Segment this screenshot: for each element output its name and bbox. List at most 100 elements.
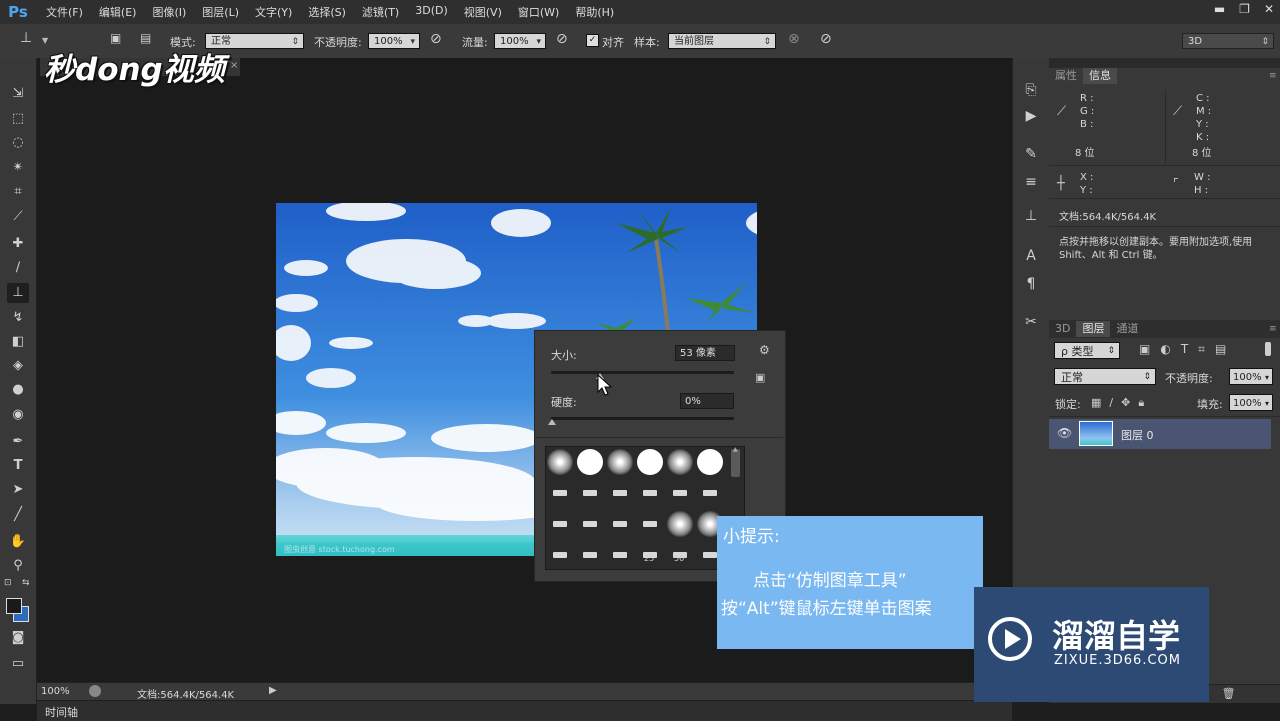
brush-preset-soft[interactable] (547, 449, 573, 475)
tab-properties[interactable]: 属性 (1049, 68, 1083, 84)
filter-pixel-icon[interactable]: ▣ (1139, 342, 1150, 357)
filter-type-icon[interactable]: T (1181, 342, 1188, 357)
brush-preset-hard[interactable] (577, 449, 603, 475)
brush-preset-tip[interactable] (553, 490, 567, 496)
brush-preset-tip[interactable] (703, 552, 717, 558)
layer-row[interactable]: 👁︎ 图层 0 (1049, 419, 1271, 449)
brush-preset-tip[interactable] (583, 552, 597, 558)
line-tool-icon[interactable]: ╱ (7, 505, 29, 525)
path-selection-tool-icon[interactable]: ➤ (7, 480, 29, 500)
eyedropper-tool-icon[interactable]: ⟋ (7, 207, 29, 227)
fill-field[interactable]: 100% ▾ (1229, 394, 1273, 411)
brush-preset-tip[interactable] (673, 490, 687, 496)
workspace-select[interactable]: 3D ⇕ (1182, 33, 1274, 49)
hardness-slider-thumb[interactable] (548, 419, 556, 425)
tab-layers[interactable]: 图层 (1076, 321, 1111, 337)
brush-preset-tip[interactable] (553, 521, 567, 527)
menu-item-3[interactable]: 图层(L) (194, 4, 247, 20)
pressure-size-icon[interactable]: ⊘ (820, 31, 832, 47)
brush-preset-grid[interactable]: 25 50 (545, 446, 745, 570)
panel-menu-icon[interactable]: ≡ (1269, 71, 1277, 81)
zoom-level[interactable]: 100% (41, 686, 70, 697)
close-tab-icon[interactable]: × (230, 60, 238, 71)
filter-adjustment-icon[interactable]: ◐ (1160, 342, 1170, 357)
brush-preset-tip[interactable] (583, 521, 597, 527)
swap-colors-icon[interactable]: ⇆ (22, 578, 30, 588)
tab-channels[interactable]: 通道 (1110, 321, 1144, 337)
menu-item-2[interactable]: 图像(I) (144, 4, 194, 20)
minimize-icon[interactable]: ▬ (1214, 2, 1225, 16)
paint-bucket-tool-icon[interactable]: ◈ (7, 356, 29, 376)
eye-visibility-icon[interactable]: 👁︎ (1057, 426, 1072, 440)
lock-all-icon[interactable]: 🔒︎ (1138, 396, 1144, 410)
filter-smart-object-icon[interactable]: ▤ (1215, 342, 1226, 357)
scroll-up-icon[interactable]: ▲ (733, 446, 738, 453)
brush-presets-panel-icon[interactable]: ✎ (1021, 146, 1041, 162)
hand-tool-icon[interactable]: ✋ (7, 532, 29, 552)
healing-brush-tool-icon[interactable]: ✚ (7, 234, 29, 254)
panel-menu-icon[interactable]: ≡ (1269, 324, 1277, 334)
grid-scrollbar[interactable] (731, 449, 740, 477)
brush-preset-soft[interactable] (607, 449, 633, 475)
status-menu-arrow-icon[interactable]: ▶ (269, 685, 277, 696)
brush-preset-tip[interactable] (613, 490, 627, 496)
new-preset-icon[interactable]: ▣ (755, 371, 765, 384)
crop-tool-icon[interactable]: ⌗ (7, 182, 29, 202)
screen-mode-icon[interactable]: ▭ (7, 654, 29, 674)
brush-preset-tip[interactable] (703, 490, 717, 496)
clone-source-panel-icon[interactable]: ⊥ (1021, 208, 1041, 224)
brush-preset-hard[interactable] (637, 449, 663, 475)
tab-3d[interactable]: 3D (1049, 321, 1076, 337)
size-field[interactable]: 53 像素 (675, 345, 735, 361)
brush-preset-tip[interactable] (553, 552, 567, 558)
delete-layer-icon[interactable]: 🗑︎ (1222, 687, 1236, 700)
clone-stamp-tool-icon[interactable]: ⊥ (7, 283, 29, 303)
history-brush-tool-icon[interactable]: ↯ (7, 308, 29, 328)
blend-mode-select[interactable]: 正常 ⇕ (1054, 368, 1156, 385)
layer-opacity-field[interactable]: 100% ▾ (1229, 368, 1273, 385)
default-colors-icon[interactable]: ⊡ (4, 578, 12, 588)
dodge-tool-icon[interactable]: ◉ (7, 405, 29, 425)
brush-panel-icon[interactable]: ▣ (110, 31, 121, 45)
menu-item-0[interactable]: 文件(F) (38, 4, 91, 20)
lock-image-icon[interactable]: ∕ (1109, 396, 1113, 410)
menu-item-8[interactable]: 视图(V) (456, 4, 510, 20)
layer-name[interactable]: 图层 0 (1121, 427, 1154, 443)
size-slider-track[interactable] (551, 371, 734, 379)
menu-item-10[interactable]: 帮助(H) (567, 4, 622, 20)
eraser-tool-icon[interactable]: ◧ (7, 332, 29, 352)
menu-item-9[interactable]: 窗口(W) (510, 4, 567, 20)
gear-icon[interactable]: ⚙ (759, 343, 770, 357)
brush-preset-hard[interactable] (697, 449, 723, 475)
brush-preset-soft[interactable] (667, 449, 693, 475)
hardness-field[interactable]: 0% (680, 393, 734, 409)
brush-panel-icon[interactable]: ≡ (1021, 174, 1041, 190)
brush-preset-soft[interactable] (667, 511, 693, 537)
menu-item-1[interactable]: 编辑(E) (91, 4, 145, 20)
align-checkbox[interactable]: ✓ (586, 34, 599, 47)
hardness-slider-track[interactable] (548, 417, 734, 425)
brush-preset-tip[interactable] (613, 521, 627, 527)
restore-icon[interactable]: ❐ (1239, 2, 1250, 16)
lock-position-icon[interactable]: ✥ (1121, 396, 1130, 410)
timeline-label[interactable]: 时间轴 (45, 704, 78, 720)
status-info-icon[interactable] (89, 685, 101, 697)
brush-preset-tip[interactable] (643, 490, 657, 496)
filter-toggle[interactable] (1265, 342, 1271, 356)
quick-mask-icon[interactable]: ◙ (7, 628, 29, 648)
clone-source-icon[interactable]: ▤ (140, 31, 151, 45)
clone-stamp-preset-icon[interactable]: ⊥ (20, 30, 32, 46)
lock-transparent-icon[interactable]: ▦ (1091, 396, 1101, 410)
menu-item-4[interactable]: 文字(Y) (247, 4, 300, 20)
ignore-adjustment-icon[interactable]: ⊗ (788, 31, 800, 47)
layer-filter-select[interactable]: ρ 类型 ⇕ (1054, 342, 1120, 359)
brush-preset-tip[interactable] (643, 521, 657, 527)
tab-info[interactable]: 信息 (1083, 68, 1117, 84)
magic-wand-tool-icon[interactable]: ✴ (7, 158, 29, 178)
flow-field[interactable]: 100% ▾ (494, 33, 546, 49)
brush-preset-tip[interactable] (613, 552, 627, 558)
paragraph-panel-icon[interactable]: ¶ (1021, 276, 1041, 292)
sample-select[interactable]: 当前图层 ⇕ (668, 33, 776, 49)
foreground-color-swatch[interactable] (6, 598, 22, 614)
menu-item-7[interactable]: 3D(D) (407, 4, 456, 20)
